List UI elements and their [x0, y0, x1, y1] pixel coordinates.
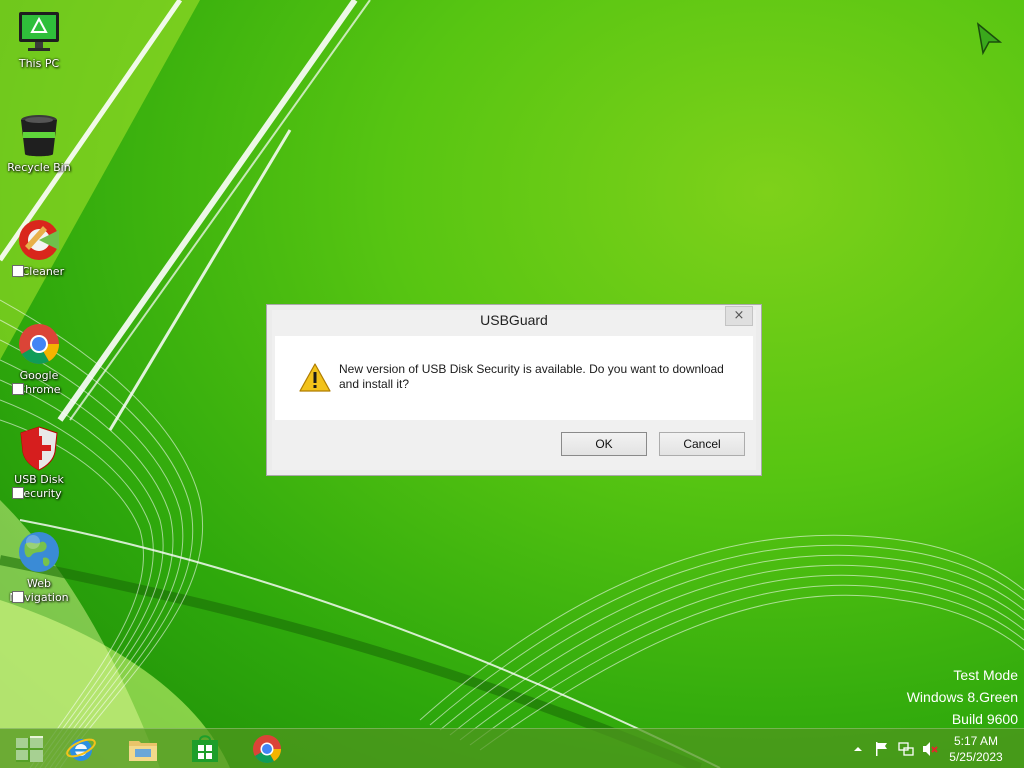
warning-icon	[299, 363, 331, 392]
start-button[interactable]	[0, 729, 58, 768]
clock-time: 5:17 AM	[953, 734, 999, 748]
shortcut-arrow-icon	[12, 383, 24, 395]
speaker-muted-icon[interactable]	[922, 741, 938, 757]
shortcut-arrow-icon	[12, 487, 24, 499]
ccleaner-icon	[19, 220, 59, 260]
test-mode-watermark: Test Mode Windows 8.Green Build 9600	[907, 664, 1018, 730]
shield-icon	[20, 426, 58, 471]
desktop-icon-google-chrome[interactable]: Google Chrome	[4, 320, 74, 397]
folder-icon	[129, 741, 157, 761]
mouse-cursor-icon	[976, 22, 1002, 56]
usbguard-dialog: USBGuard × New version of USB Disk Secur…	[266, 304, 762, 476]
recycle-bin-icon	[21, 115, 57, 157]
globe-icon	[19, 532, 59, 572]
system-tray	[846, 729, 946, 768]
taskbar: 5:17 AM 5/25/2023	[0, 728, 1024, 768]
dialog-footer: OK Cancel	[275, 420, 753, 468]
desktop-icon-ccleaner[interactable]: CCleaner	[4, 216, 74, 279]
flag-icon[interactable]	[874, 741, 890, 757]
taskbar-clock[interactable]: 5:17 AM 5/25/2023	[940, 733, 1012, 765]
shortcut-arrow-icon	[12, 591, 24, 603]
desktop-icon-this-pc[interactable]: This PC	[4, 8, 74, 71]
watermark-line: Windows 8.Green	[906, 689, 1018, 705]
store-icon	[192, 735, 218, 762]
clock-date: 5/25/2023	[949, 750, 1003, 764]
dialog-title: USBGuard	[480, 312, 548, 328]
internet-explorer-icon	[66, 738, 96, 761]
desktop-icon-web-navigation[interactable]: Web Navigation	[4, 528, 74, 605]
desktop: This PC Recycle Bin CCleaner Google Chro…	[0, 0, 1024, 768]
close-button[interactable]: ×	[725, 306, 753, 326]
cancel-button[interactable]: Cancel	[659, 432, 745, 456]
desktop-icon-recycle-bin[interactable]: Recycle Bin	[4, 112, 74, 175]
dialog-body: New version of USB Disk Security is avai…	[275, 336, 753, 420]
shortcut-arrow-icon	[12, 265, 24, 277]
monitor-icon	[19, 12, 59, 51]
watermark-line: Build 9600	[951, 711, 1018, 727]
watermark-line: Test Mode	[953, 667, 1018, 683]
windows-logo-icon	[16, 736, 43, 762]
network-icon[interactable]	[898, 741, 914, 757]
dialog-message: New version of USB Disk Security is avai…	[339, 362, 724, 391]
chrome-icon	[253, 735, 281, 763]
ok-button[interactable]: OK	[561, 432, 647, 456]
taskbar-file-explorer[interactable]	[114, 729, 172, 768]
desktop-icon-usb-disk-security[interactable]: USB Disk Security	[4, 424, 74, 501]
taskbar-chrome[interactable]	[238, 729, 296, 768]
chevron-up-icon[interactable]	[850, 741, 866, 757]
desktop-icon-label: Recycle Bin	[7, 161, 71, 174]
desktop-icon-label: This PC	[18, 57, 60, 70]
chrome-icon	[19, 324, 59, 364]
taskbar-store[interactable]	[176, 729, 234, 768]
taskbar-internet-explorer[interactable]	[52, 729, 110, 768]
